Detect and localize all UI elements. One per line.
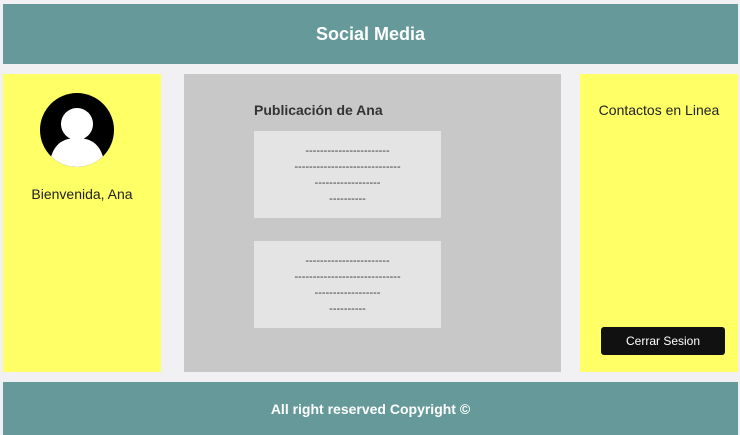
post-card: ----------------------- ----------------… [254, 241, 441, 328]
welcome-message: Bienvenida, Ana [31, 186, 133, 202]
site-title: Social Media [315, 23, 426, 44]
post-line: ----------------------- [305, 144, 390, 157]
post-line: ----------------------------- [294, 270, 401, 283]
site-header: Social Media [3, 4, 738, 64]
main-feed: Publicación de Ana ---------------------… [184, 74, 561, 372]
post-line: ----------------------- [305, 254, 390, 267]
footer-copyright: All right reserved Copyright © [270, 400, 471, 417]
post-line: ------------------ [314, 176, 381, 189]
post-title: Publicación de Ana [254, 102, 383, 118]
user-avatar-icon [39, 92, 115, 168]
post-line: ----------------------------- [294, 160, 401, 173]
left-sidebar: Bienvenida, Ana [3, 74, 161, 372]
post-card: ----------------------- ----------------… [254, 131, 441, 218]
post-line: ------------------ [314, 286, 381, 299]
right-sidebar: Contactos en Linea Cerrar Sesion [580, 74, 738, 372]
site-footer: All right reserved Copyright © [3, 382, 738, 435]
post-line: ---------- [329, 192, 366, 205]
logout-button[interactable]: Cerrar Sesion [601, 327, 725, 355]
post-line: ---------- [329, 302, 366, 315]
online-contacts-title: Contactos en Linea [598, 102, 720, 118]
